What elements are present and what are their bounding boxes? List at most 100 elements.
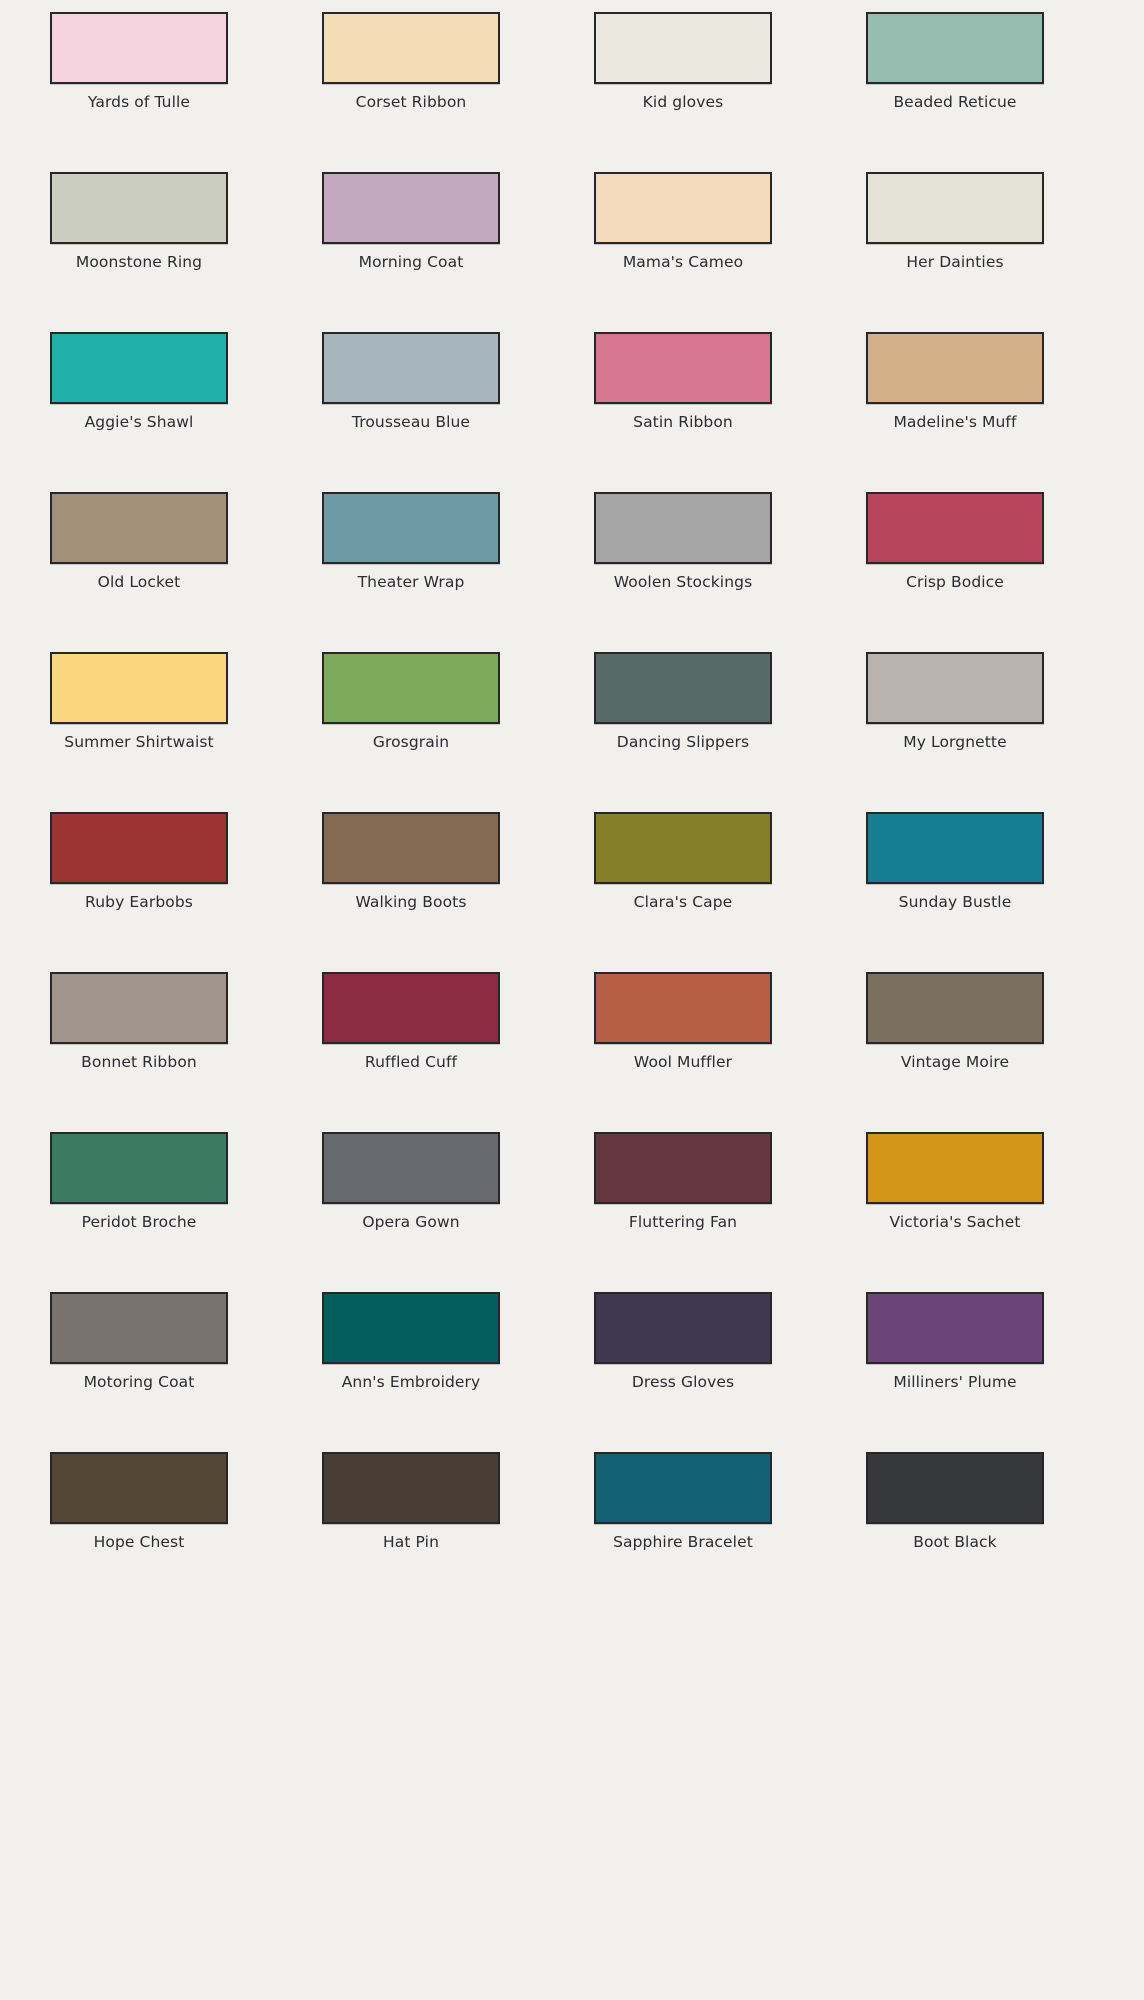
color-swatch-cell[interactable]: Motoring Coat [50,1292,228,1404]
color-swatch-cell[interactable]: Walking Boots [322,812,500,924]
color-swatch-label: My Lorgnette [903,733,1007,751]
color-swatch-cell[interactable]: Yards of Tulle [50,12,228,124]
color-swatch-cell[interactable]: Madeline's Muff [866,332,1044,444]
color-swatch-cell[interactable]: Theater Wrap [322,492,500,604]
color-swatch-cell[interactable]: Dress Gloves [594,1292,772,1404]
color-swatch-chip[interactable] [866,1452,1044,1524]
color-swatch-label: Ann's Embroidery [341,1373,481,1391]
color-swatch-label: Vintage Moire [900,1053,1010,1071]
color-swatch-chip[interactable] [594,332,772,404]
color-swatch-cell[interactable]: Bonnet Ribbon [50,972,228,1084]
color-swatch-cell[interactable]: Peridot Broche [50,1132,228,1244]
color-swatch-label: Dress Gloves [631,1373,735,1391]
color-swatch-cell[interactable]: Wool Muffler [594,972,772,1084]
color-swatch-cell[interactable]: Milliners' Plume [866,1292,1044,1404]
color-swatch-cell[interactable]: Sunday Bustle [866,812,1044,924]
color-swatch-chip[interactable] [50,172,228,244]
color-swatch-chip[interactable] [50,12,228,84]
color-swatch-chip[interactable] [594,972,772,1044]
color-swatch-cell[interactable]: Her Dainties [866,172,1044,284]
color-swatch-chip[interactable] [322,332,500,404]
color-swatch-label: Hat Pin [383,1533,439,1551]
color-swatch-label: Morning Coat [358,253,464,271]
color-swatch-cell[interactable]: Crisp Bodice [866,492,1044,604]
color-swatch-chip[interactable] [594,812,772,884]
color-swatch-cell[interactable]: Trousseau Blue [322,332,500,444]
color-swatch-label: Wool Muffler [633,1053,733,1071]
color-swatch-chip[interactable] [594,1292,772,1364]
color-swatch-chip[interactable] [322,172,500,244]
color-swatch-chip[interactable] [594,492,772,564]
color-swatch-chip[interactable] [866,812,1044,884]
color-swatch-cell[interactable]: Ann's Embroidery [322,1292,500,1404]
color-swatch-label: Summer Shirtwaist [64,733,214,751]
color-swatch-cell[interactable]: Hat Pin [322,1452,500,1564]
color-swatch-chip[interactable] [50,332,228,404]
color-swatch-chip[interactable] [866,492,1044,564]
color-swatch-cell[interactable]: Old Locket [50,492,228,604]
color-swatch-cell[interactable]: Morning Coat [322,172,500,284]
color-swatch-cell[interactable]: Kid gloves [594,12,772,124]
color-swatch-cell[interactable]: Vintage Moire [866,972,1044,1084]
color-swatch-chip[interactable] [866,972,1044,1044]
color-swatch-cell[interactable]: Grosgrain [322,652,500,764]
color-swatch-chip[interactable] [594,12,772,84]
color-swatch-cell[interactable]: Clara's Cape [594,812,772,924]
color-swatch-cell[interactable]: Mama's Cameo [594,172,772,284]
color-swatch-chip[interactable] [322,972,500,1044]
color-swatch-chip[interactable] [866,332,1044,404]
color-swatch-chip[interactable] [594,652,772,724]
color-swatch-chip[interactable] [594,1452,772,1524]
color-swatch-chip[interactable] [866,172,1044,244]
color-swatch-chip[interactable] [322,12,500,84]
color-swatch-chip[interactable] [50,1292,228,1364]
color-swatch-cell[interactable]: Boot Black [866,1452,1044,1564]
color-swatch-cell[interactable]: Ruby Earbobs [50,812,228,924]
color-swatch-cell[interactable]: Beaded Reticue [866,12,1044,124]
color-swatch-chip[interactable] [322,1132,500,1204]
color-swatch-label: Mama's Cameo [622,253,744,271]
color-swatch-label: Walking Boots [355,893,467,911]
color-swatch-label: Opera Gown [362,1213,460,1231]
color-swatch-chip[interactable] [322,652,500,724]
color-swatch-label: Crisp Bodice [906,573,1004,591]
color-swatch-label: Grosgrain [372,733,450,751]
color-swatch-chip[interactable] [50,812,228,884]
color-swatch-chip[interactable] [50,1132,228,1204]
color-swatch-cell[interactable]: Opera Gown [322,1132,500,1244]
color-swatch-cell[interactable]: Corset Ribbon [322,12,500,124]
color-swatch-chip[interactable] [322,812,500,884]
color-swatch-label: Sapphire Bracelet [613,1533,753,1551]
color-swatch-chip[interactable] [322,1452,500,1524]
color-swatch-chip[interactable] [594,172,772,244]
color-swatch-chip[interactable] [594,1132,772,1204]
color-swatch-label: Dancing Slippers [616,733,750,751]
color-swatch-chip[interactable] [866,12,1044,84]
color-swatch-chip[interactable] [50,1452,228,1524]
color-swatch-chip[interactable] [50,492,228,564]
color-swatch-cell[interactable]: Woolen Stockings [594,492,772,604]
color-swatch-cell[interactable]: My Lorgnette [866,652,1044,764]
color-swatch-chip[interactable] [50,652,228,724]
color-swatch-label: Milliners' Plume [893,1373,1017,1391]
color-swatch-label: Peridot Broche [81,1213,197,1231]
color-swatch-cell[interactable]: Fluttering Fan [594,1132,772,1244]
color-swatch-cell[interactable]: Sapphire Bracelet [594,1452,772,1564]
color-swatch-cell[interactable]: Dancing Slippers [594,652,772,764]
color-swatch-cell[interactable]: Summer Shirtwaist [50,652,228,764]
color-swatch-cell[interactable]: Hope Chest [50,1452,228,1564]
color-swatch-cell[interactable]: Satin Ribbon [594,332,772,444]
color-swatch-chip[interactable] [322,492,500,564]
color-swatch-cell[interactable]: Moonstone Ring [50,172,228,284]
color-swatch-chip[interactable] [866,1132,1044,1204]
color-swatch-cell[interactable]: Ruffled Cuff [322,972,500,1084]
color-swatch-chip[interactable] [322,1292,500,1364]
color-swatch-cell[interactable]: Aggie's Shawl [50,332,228,444]
color-swatch-label: Clara's Cape [633,893,733,911]
color-swatch-chip[interactable] [866,1292,1044,1364]
color-swatch-chip[interactable] [50,972,228,1044]
color-swatch-label: Theater Wrap [357,573,465,591]
color-swatch-label: Beaded Reticue [893,93,1017,111]
color-swatch-cell[interactable]: Victoria's Sachet [866,1132,1044,1244]
color-swatch-chip[interactable] [866,652,1044,724]
